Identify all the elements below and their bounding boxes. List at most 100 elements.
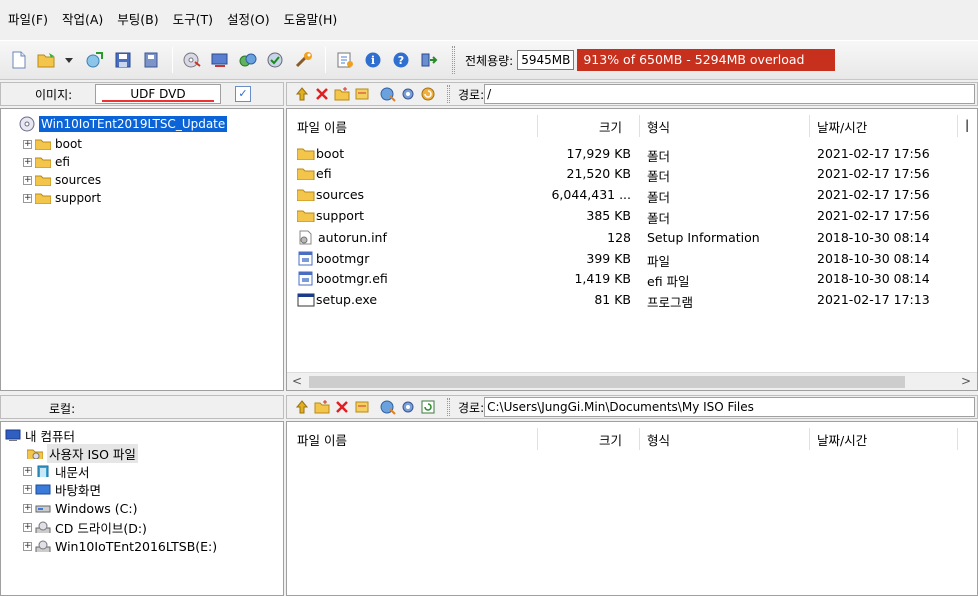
scroll-right-icon[interactable]: > <box>961 374 971 388</box>
tree-label: 바탕화면 <box>55 482 102 498</box>
file-name: bootmgr <box>316 251 370 266</box>
extract-icon[interactable] <box>84 49 106 71</box>
tree-folder-sources[interactable]: + sources <box>23 171 101 189</box>
mount-icon[interactable] <box>209 49 231 71</box>
settings-icon[interactable] <box>399 85 417 103</box>
file-type: Setup Information <box>647 230 760 245</box>
image-type-field[interactable]: UDF DVD <box>95 84 221 104</box>
column-divider[interactable] <box>809 115 810 137</box>
add-files-icon[interactable] <box>379 85 397 103</box>
image-root-label: Win10IoTEnt2019LTSC_Update <box>39 116 228 132</box>
compress-icon[interactable] <box>237 49 259 71</box>
tree-folder-efi[interactable]: + efi <box>23 153 70 171</box>
delete-icon[interactable] <box>333 398 351 416</box>
tree-folder-label: efi <box>55 155 70 169</box>
file-name: boot <box>316 146 345 161</box>
column-type[interactable]: 형식 <box>647 117 670 135</box>
tree-drive-e[interactable]: + Win10IoTEnt2016LTSB(E:) <box>23 537 217 555</box>
refresh-icon[interactable] <box>419 85 437 103</box>
settings-icon[interactable] <box>399 398 417 416</box>
column-divider[interactable] <box>809 428 810 450</box>
column-divider[interactable] <box>537 428 538 450</box>
table-row[interactable]: autorun.inf 128 Setup Information 2018-1… <box>287 229 978 247</box>
save-icon[interactable] <box>112 49 134 71</box>
tree-drive-c[interactable]: + Windows (C:) <box>23 499 137 517</box>
open-icon[interactable] <box>36 49 58 71</box>
menu-tools[interactable]: 도구(T) <box>173 9 213 28</box>
expand-icon[interactable]: + <box>23 157 32 167</box>
up-folder-icon[interactable] <box>293 398 311 416</box>
new-folder-icon[interactable] <box>313 398 331 416</box>
menu-file[interactable]: 파일(F) <box>8 9 48 28</box>
expand-icon[interactable]: + <box>23 503 32 513</box>
tree-user-iso-files[interactable]: 사용자 ISO 파일 <box>27 443 138 463</box>
up-folder-icon[interactable] <box>293 85 311 103</box>
burn-icon[interactable] <box>181 49 203 71</box>
menu-action[interactable]: 작업(A) <box>62 9 103 28</box>
file-name: setup.exe <box>316 292 378 307</box>
column-divider[interactable] <box>957 428 958 450</box>
new-folder-icon[interactable] <box>333 85 351 103</box>
expand-icon[interactable]: + <box>23 522 32 532</box>
wizard-icon[interactable] <box>293 49 315 71</box>
checksum-icon[interactable] <box>265 49 287 71</box>
tree-documents[interactable]: + 내문서 <box>23 462 90 480</box>
info-icon[interactable]: i <box>362 49 384 71</box>
capacity-bar[interactable]: 913% of 650MB - 5294MB overload <box>577 49 836 71</box>
image-properties-button[interactable]: ✓ <box>235 86 251 102</box>
add-files-icon[interactable] <box>379 398 397 416</box>
expand-icon[interactable]: + <box>23 193 32 203</box>
expand-icon[interactable]: + <box>23 466 32 476</box>
toolbar-grip[interactable] <box>452 46 455 74</box>
table-row[interactable]: boot 17,929 KB 폴더 2021-02-17 17:56 <box>287 145 978 164</box>
new-icon[interactable] <box>8 49 30 71</box>
column-name[interactable]: 파일 이름 <box>297 430 347 448</box>
file-date: 2021-02-17 17:56 <box>817 187 930 202</box>
tree-folder-support[interactable]: + support <box>23 189 101 207</box>
horizontal-scrollbar[interactable]: < > <box>287 372 977 390</box>
column-divider[interactable] <box>537 115 538 137</box>
tree-drive-d[interactable]: + CD 드라이브(D:) <box>23 518 147 536</box>
properties-icon[interactable] <box>334 49 356 71</box>
expand-icon[interactable]: + <box>23 139 32 149</box>
expand-icon[interactable]: + <box>23 484 32 494</box>
table-row[interactable]: setup.exe 81 KB 프로그램 2021-02-17 17:13 <box>287 291 978 310</box>
table-row[interactable]: bootmgr 399 KB 파일 2018-10-30 08:14 <box>287 250 978 269</box>
table-row[interactable]: efi 21,520 KB 폴더 2021-02-17 17:56 <box>287 165 978 184</box>
table-row[interactable]: bootmgr.efi 1,419 KB efi 파일 2018-10-30 0… <box>287 270 978 289</box>
refresh-icon[interactable] <box>419 398 437 416</box>
table-row[interactable]: sources 6,044,431 ... 폴더 2021-02-17 17:5… <box>287 186 978 205</box>
column-type[interactable]: 형식 <box>647 430 670 448</box>
column-divider[interactable] <box>639 115 640 137</box>
column-date[interactable]: 날짜/시간 <box>817 117 867 135</box>
column-name[interactable]: 파일 이름 <box>297 117 347 135</box>
expand-icon[interactable]: + <box>23 175 32 185</box>
tree-desktop[interactable]: + 바탕화면 <box>23 480 101 498</box>
dropdown-icon[interactable] <box>64 49 74 71</box>
rename-icon[interactable] <box>353 398 371 416</box>
column-divider[interactable] <box>957 115 958 137</box>
image-root[interactable]: Win10IoTEnt2019LTSC_Update <box>19 115 228 133</box>
menu-help[interactable]: 도움말(H) <box>284 9 338 28</box>
image-path-field[interactable]: / <box>484 84 975 104</box>
scroll-left-icon[interactable]: < <box>292 374 302 388</box>
menu-bootable[interactable]: 부팅(B) <box>117 9 158 28</box>
tree-my-computer[interactable]: 내 컴퓨터 <box>5 426 75 444</box>
exit-icon[interactable] <box>418 49 440 71</box>
help-icon[interactable]: ? <box>390 49 412 71</box>
local-path-field[interactable]: C:\Users\JungGi.Min\Documents\My ISO Fil… <box>484 397 975 417</box>
rename-icon[interactable] <box>353 85 371 103</box>
column-divider[interactable] <box>639 428 640 450</box>
image-path-label: 경로: <box>458 87 485 102</box>
save-as-icon[interactable] <box>140 49 162 71</box>
tree-folder-boot[interactable]: + boot <box>23 135 82 153</box>
column-size[interactable]: 크기 <box>599 430 622 448</box>
delete-icon[interactable] <box>313 85 331 103</box>
table-row[interactable]: support 385 KB 폴더 2021-02-17 17:56 <box>287 207 978 226</box>
expand-icon[interactable]: + <box>23 541 32 551</box>
scroll-thumb[interactable] <box>309 376 905 388</box>
column-size[interactable]: 크기 <box>599 117 622 135</box>
column-date[interactable]: 날짜/시간 <box>817 430 867 448</box>
menu-options[interactable]: 설정(O) <box>227 9 270 28</box>
tree-folder-label: boot <box>55 137 83 151</box>
